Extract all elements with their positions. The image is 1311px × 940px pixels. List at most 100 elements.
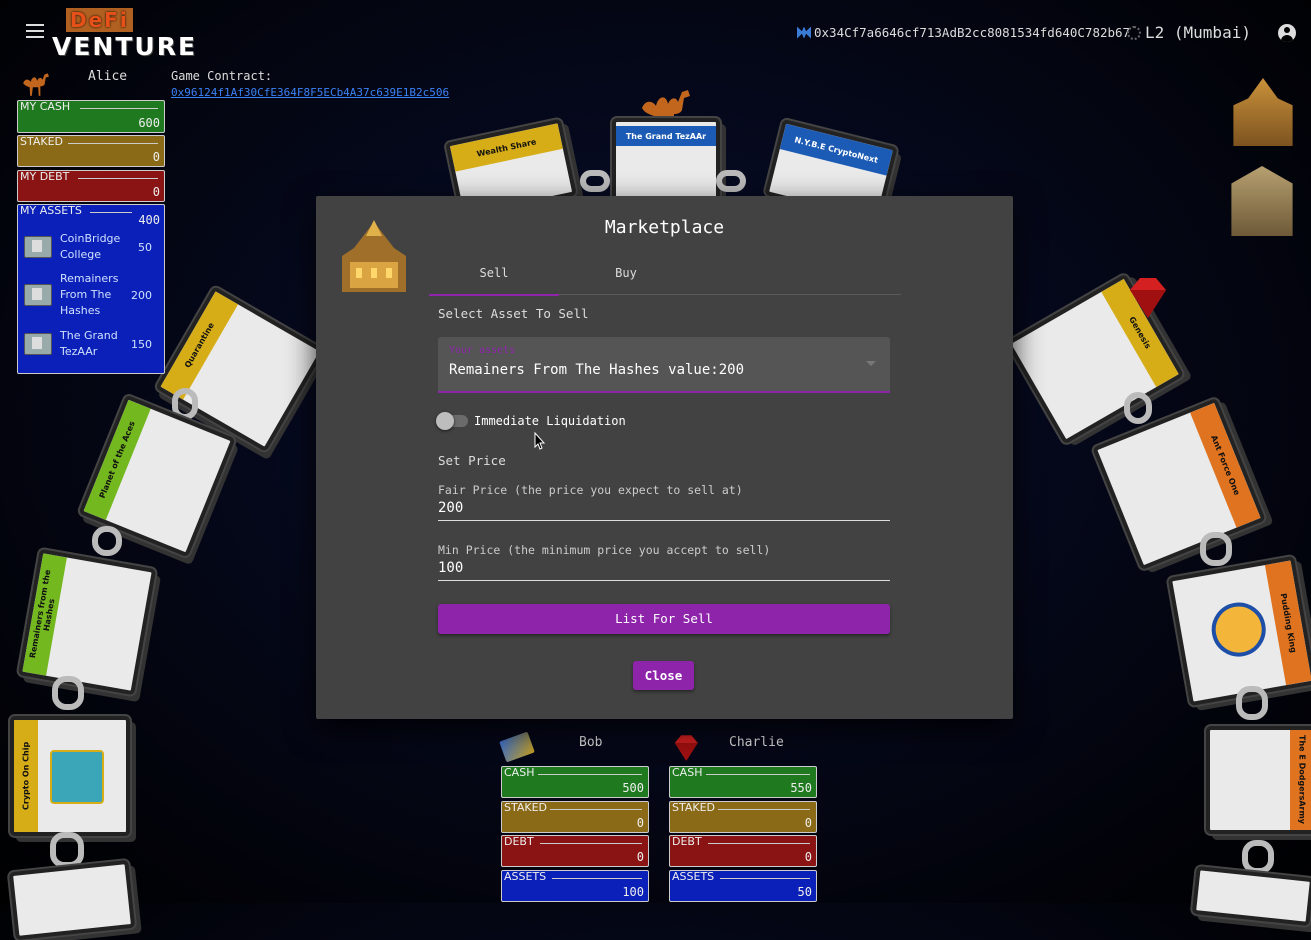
chip-icon [50, 750, 104, 804]
asset-value: 50 [138, 240, 152, 254]
tile-label: Crypto On Chip [14, 720, 38, 832]
network-name: L2 (Mumbai) [1145, 23, 1251, 42]
tile-label: Quarantine [160, 291, 239, 400]
tile-label: Ant Force One [1190, 402, 1261, 528]
tile-label: Planet of the Aces [83, 399, 151, 521]
account-icon[interactable] [1278, 24, 1296, 42]
my-debt-box: MY DEBT 0 [17, 170, 165, 202]
chain-link [1236, 686, 1268, 720]
cash-box: CASH 500 [501, 766, 649, 798]
fair-price-input[interactable] [438, 500, 890, 521]
cash-label: CASH [672, 766, 703, 779]
chain-link [1200, 532, 1232, 566]
debt-value: 0 [636, 850, 644, 864]
palace-icon [1233, 78, 1293, 146]
ruby-icon [1130, 278, 1166, 318]
my-staked-box: STAKED 0 [17, 135, 165, 167]
assets-value: 50 [797, 885, 812, 899]
cash-value: 600 [138, 116, 160, 130]
assets-label: ASSETS [504, 870, 547, 883]
cash-value: 550 [790, 781, 812, 795]
chain-link [716, 170, 746, 192]
staked-value: 0 [152, 150, 160, 164]
chain-link [1242, 840, 1274, 874]
tile-partial [8, 859, 136, 940]
tile-label: Remainers from the Hashes [22, 553, 67, 676]
cash-label: CASH [504, 766, 535, 779]
tile-label: Wealth Share [449, 123, 563, 172]
asset-name: The Grand TezAAr [60, 329, 118, 358]
chain-link [52, 676, 84, 710]
staked-box: STAKED 0 [669, 801, 817, 833]
building-icon [24, 236, 52, 258]
wallet-address[interactable]: 0x34Cf7a6646cf713AdB2cc8081534fd640C782b… [797, 25, 1130, 40]
assets-label: MY ASSETS [20, 204, 82, 217]
list-for-sell-button[interactable]: List For Sell [438, 604, 890, 634]
tab-sell[interactable]: Sell [429, 256, 559, 296]
tile-pudding-king: Pudding King [1167, 555, 1311, 707]
box-rule [80, 108, 158, 109]
debt-label: DEBT [504, 835, 534, 848]
box-rule [706, 774, 810, 775]
contract-address-link[interactable]: 0x96124f1Af30CfE364F8F5ECb4A37c639E1B2c5… [171, 86, 449, 99]
debt-box: DEBT 0 [669, 835, 817, 867]
selected-asset: Remainers From The Hashes value:200 [449, 362, 745, 378]
metamask-icon [797, 26, 811, 39]
debt-label: DEBT [672, 835, 702, 848]
player-camel-icon [23, 73, 49, 96]
asset-item[interactable]: CoinBridge College 50 [18, 225, 164, 269]
asset-item[interactable]: The Grand TezAAr 150 [18, 321, 164, 367]
min-price-input[interactable] [438, 560, 890, 581]
dialog-title: Marketplace [604, 217, 725, 238]
debt-box: DEBT 0 [501, 835, 649, 867]
menu-icon[interactable] [26, 24, 44, 40]
immediate-liquidation-label: Immediate Liquidation [474, 414, 626, 428]
tab-buy[interactable]: Buy [561, 256, 691, 294]
box-rule [708, 843, 810, 844]
box-rule [538, 774, 642, 775]
close-button[interactable]: Close [633, 661, 694, 690]
network-indicator[interactable]: L2 (Mumbai) [1127, 23, 1251, 42]
chain-link [1124, 392, 1152, 424]
my-cash-box: MY CASH 600 [17, 100, 165, 133]
box-rule [552, 878, 642, 879]
asset-list: CoinBridge College 50 Remainers From The… [18, 225, 164, 367]
cash-value: 500 [622, 781, 644, 795]
box-rule [550, 809, 642, 810]
tile-crypto-on-chip: Crypto On Chip [10, 716, 130, 836]
logo: DeFi VENTURE [52, 8, 195, 61]
asset-value: 200 [131, 288, 152, 302]
tile-dodgers-army: The E DodgersArmy [1206, 726, 1311, 834]
ruby-icon [674, 735, 698, 761]
toggle-knob [436, 412, 454, 430]
fair-price-field: Fair Price (the price you expect to sell… [438, 483, 890, 521]
building-icon [24, 333, 52, 355]
assets-box: ASSETS 50 [669, 870, 817, 902]
select-placeholder: Your assets [449, 345, 516, 356]
asset-name: CoinBridge College [60, 232, 121, 261]
chip-icon [499, 731, 535, 763]
asset-item[interactable]: Remainers From The Hashes 200 [18, 269, 164, 321]
marketplace-dialog: Marketplace Sell Buy Select Asset To Sel… [316, 196, 1013, 719]
staked-label: STAKED [672, 801, 716, 814]
building-icon [24, 284, 52, 306]
player-name: Charlie [729, 735, 784, 750]
tile-partial [1191, 865, 1311, 927]
contract-label: Game Contract: [171, 69, 273, 83]
tile-grand-tezaar: The Grand TezAAr [612, 118, 720, 208]
box-rule [720, 878, 810, 879]
chain-link [92, 526, 122, 556]
staked-box: STAKED 0 [501, 801, 649, 833]
immediate-liquidation-toggle[interactable] [436, 412, 468, 430]
min-price-label: Min Price (the minimum price you accept … [438, 543, 771, 557]
chain-link [50, 832, 84, 868]
asset-select[interactable]: Your assets Remainers From The Hashes va… [438, 337, 890, 393]
box-rule [718, 809, 810, 810]
tile-label: The E DodgersArmy [1290, 730, 1311, 830]
network-icon [1127, 25, 1141, 40]
cash-box: CASH 550 [669, 766, 817, 798]
tile-label: N.Y.B.E CryptoNext [779, 123, 893, 176]
my-assets-box: MY ASSETS 400 CoinBridge College 50 Rema… [17, 204, 165, 374]
box-rule [78, 178, 158, 179]
dropdown-arrow-icon [866, 361, 876, 366]
